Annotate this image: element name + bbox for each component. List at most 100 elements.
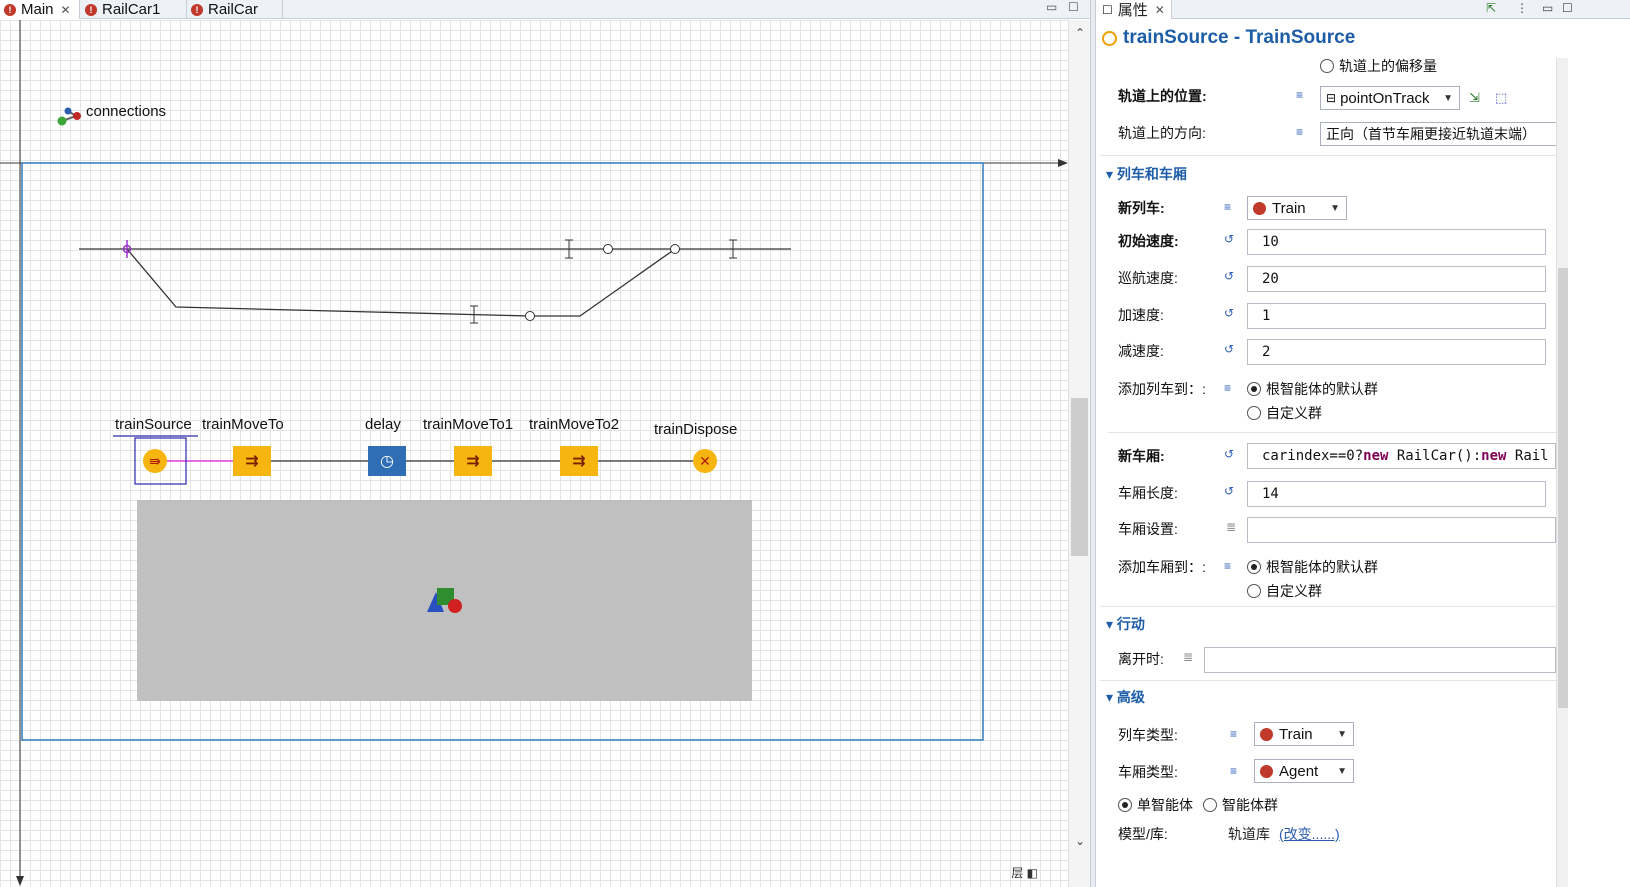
tab-railcar[interactable]: ! RailCar [187,0,283,19]
offset-on-track-radio[interactable]: 轨道上的偏移量 [1320,56,1437,76]
properties-scrollbar[interactable] [1556,58,1568,887]
select-on-canvas-icon[interactable]: ⇲ [1469,90,1480,106]
close-icon[interactable]: ✕ [1155,3,1165,17]
initial-speed-field[interactable]: 10 [1247,229,1546,255]
radio-label: 自定义群 [1266,405,1322,421]
tab-properties[interactable]: ☐ 属性 ✕ [1096,0,1172,19]
dynamic-param-icon[interactable]: ↺ [1224,232,1234,246]
radio-label: 自定义群 [1266,583,1322,599]
agent-population-radio[interactable]: 智能体群 [1203,795,1278,815]
tab-railcar1[interactable]: ! RailCar1 [81,0,187,19]
train-type-combo[interactable]: Train ▼ [1254,722,1354,746]
scroll-down-icon[interactable]: ⌄ [1075,834,1085,848]
static-param-icon[interactable]: ≡ [1224,200,1231,214]
cruise-speed-field[interactable]: 20 [1247,266,1546,292]
rail-switch[interactable] [670,244,680,254]
car-type-label: 车厢类型: [1118,764,1178,780]
minimize-icon[interactable]: ▭ [1542,1,1553,15]
scroll-thumb[interactable] [1558,268,1568,708]
dynamic-param-icon[interactable]: ↺ [1224,484,1234,498]
cruise-speed-label: 巡航速度: [1118,270,1178,286]
change-library-link[interactable]: (改变......) [1279,824,1340,844]
show-on-canvas-icon[interactable]: ⬚ [1495,90,1507,106]
new-window-icon[interactable]: ⇱ [1486,1,1496,15]
acceleration-label: 加速度: [1118,307,1164,323]
new-train-combo[interactable]: Train ▼ [1247,196,1347,220]
radio-label: 根智能体的默认群 [1266,559,1378,575]
section-action[interactable]: 行动 [1106,614,1145,634]
scroll-thumb[interactable] [1071,398,1088,556]
train-move-to1-block[interactable]: ⇉ [454,446,492,476]
static-param-icon[interactable]: ≡ [1224,559,1231,573]
dynamic-param-icon[interactable]: ↺ [1224,269,1234,283]
radio-dot [1247,560,1261,574]
radio-dot [1247,406,1261,420]
code-param-icon[interactable]: ≣ [1183,650,1193,664]
scroll-up-icon[interactable]: ⌃ [1075,26,1085,40]
tab-main[interactable]: ! Main ✕ [0,0,80,19]
tab-label: RailCar [208,1,259,18]
tab-label: 属性 [1117,2,1148,19]
custom-population-radio[interactable]: 自定义群 [1247,403,1322,423]
on-exit-field[interactable] [1204,647,1556,673]
default-population-radio[interactable]: 根智能体的默认群 [1247,557,1378,577]
car-setup-field[interactable] [1247,517,1556,543]
dispose-icon: ✕ [699,452,711,469]
properties-icon: ☐ [1102,2,1113,17]
static-param-icon[interactable]: ≡ [1296,125,1303,139]
car-type-combo[interactable]: Agent ▼ [1254,759,1354,783]
close-icon[interactable]: ✕ [61,3,71,17]
connections-label: connections [86,103,167,120]
dynamic-param-icon[interactable]: ↺ [1224,342,1234,356]
train-dispose-block[interactable]: ✕ [693,449,717,473]
new-car-label: 新车厢: [1118,448,1165,464]
model-library-value: 轨道库 [1228,826,1270,842]
dynamic-param-icon[interactable]: ↺ [1224,306,1234,320]
agent-icon [1260,727,1273,741]
custom-population-radio[interactable]: 自定义群 [1247,581,1322,601]
menu-icon[interactable]: ⋮ [1516,1,1528,15]
tab-label: RailCar1 [102,1,161,18]
single-agent-radio[interactable]: 单智能体 [1118,795,1193,815]
connections-icon [57,107,81,126]
static-param-icon[interactable]: ≡ [1230,727,1237,741]
train-move-to2-block[interactable]: ⇉ [560,446,598,476]
train-type-label: 列车类型: [1118,727,1178,743]
train-source-icon: ⇛ [149,452,161,469]
train-move-to-block[interactable]: ⇉ [233,446,271,476]
layers-icon[interactable]: 层 ◧ [1011,864,1038,881]
section-advanced[interactable]: 高级 [1106,687,1145,707]
radio-label: 根智能体的默认群 [1266,381,1378,397]
code-param-icon[interactable]: ≣ [1226,520,1236,534]
rail-switch[interactable] [603,244,613,254]
static-param-icon[interactable]: ≡ [1230,764,1237,778]
dynamic-param-icon[interactable]: ↺ [1224,447,1234,461]
direction-combo[interactable]: 正向（首节车厢更接近轨道末端） [1320,122,1560,146]
acceleration-field[interactable]: 1 [1247,303,1546,329]
new-car-code-field[interactable]: carindex==0?new RailCar():new Rail [1247,443,1556,469]
maximize-icon[interactable]: ☐ [1068,0,1079,14]
position-combo[interactable]: ⊟ pointOnTrack ▼ [1320,86,1460,110]
editor-vertical-scrollbar[interactable]: ⌃ ⌄ [1068,20,1090,887]
deceleration-field[interactable]: 2 [1247,339,1546,365]
initial-speed-label: 初始速度: [1118,233,1179,249]
train-source-block[interactable]: ⇛ [143,449,167,473]
code-keyword: new [1481,448,1507,464]
rail-switch[interactable] [525,311,535,321]
editor-canvas[interactable]: connections trainSource trainMoveTo dela… [0,20,1068,887]
tab-label: Main [21,1,54,18]
default-population-radio[interactable]: 根智能体的默认群 [1247,379,1378,399]
static-param-icon[interactable]: ≡ [1296,88,1303,102]
rail-track-branch[interactable] [126,248,676,317]
static-param-icon[interactable]: ≡ [1224,381,1231,395]
maximize-icon[interactable]: ☐ [1562,1,1573,15]
car-length-field[interactable]: 14 [1247,481,1546,507]
chevron-down-icon: ▼ [1337,728,1347,740]
minimize-icon[interactable]: ▭ [1046,0,1057,14]
x-axis-arrow-icon [1058,159,1068,167]
section-separator [1100,155,1560,156]
radio-label: 轨道上的偏移量 [1339,58,1437,74]
point-icon: ⊟ [1326,91,1337,105]
section-train-and-cars[interactable]: 列车和车厢 [1106,164,1187,184]
delay-block[interactable]: ◷ [368,446,406,476]
